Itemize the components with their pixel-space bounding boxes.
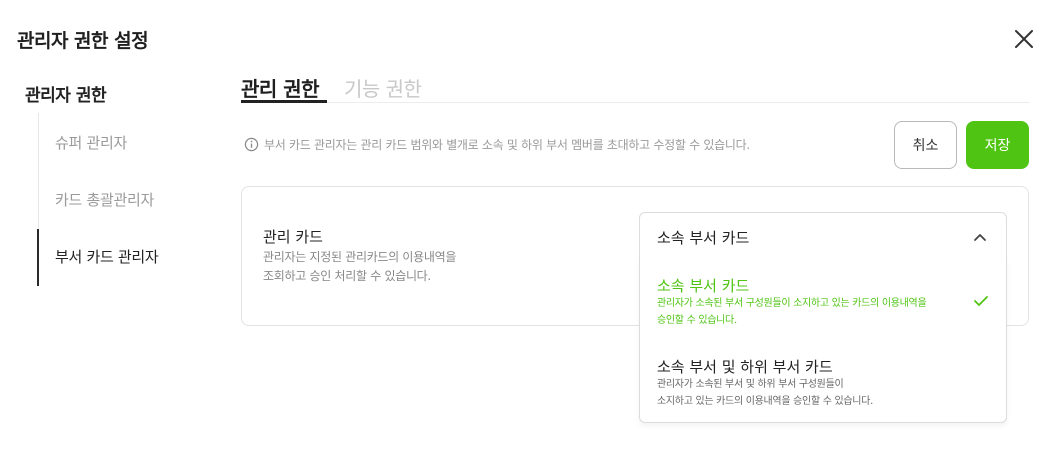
card-title: 관리 카드 [263, 228, 323, 246]
option-desc-line-2: 승인할 수 있습니다. [657, 315, 737, 326]
sidebar-item-card-general-admin[interactable]: 카드 총괄관리자 [55, 189, 154, 210]
close-icon[interactable] [1010, 25, 1038, 53]
sidebar-item-dept-card-admin[interactable]: 부서 카드 관리자 [55, 246, 159, 267]
option-desc-line-1: 관리자가 소속된 부서 구성원들이 소지하고 있는 카드의 이용내역을 [657, 298, 927, 309]
card-description: 관리자는 지정된 관리카드의 이용내역을 조회하고 승인 처리할 수 있습니다. [263, 248, 523, 286]
chevron-up-icon [974, 234, 986, 241]
info-text: 부서 카드 관리자는 관리 카드 범위와 별개로 소속 및 하위 부서 멤버를 … [264, 138, 750, 152]
tab-feature-permission[interactable]: 기능 권한 [344, 73, 422, 102]
option-description: 관리자가 소속된 부서 및 하위 부서 구성원들이 소지하고 있는 카드의 이용… [657, 376, 873, 410]
option-title: 소속 부서 카드 [657, 277, 750, 295]
option-desc-line-1: 관리자가 소속된 부서 및 하위 부서 구성원들이 [657, 379, 844, 390]
option-desc-line-2: 소지하고 있는 카드의 이용내역을 승인할 수 있습니다. [657, 396, 873, 407]
card-scope-select[interactable]: 소속 부서 카드 [639, 212, 1007, 261]
card-desc-line-1: 관리자는 지정된 관리카드의 이용내역을 [263, 250, 457, 264]
check-icon [974, 296, 988, 306]
sidebar-title: 관리자 권한 [25, 86, 107, 106]
select-value: 소속 부서 카드 [657, 229, 750, 247]
tab-divider [241, 102, 1030, 103]
option-title: 소속 부서 및 하위 부서 카드 [657, 358, 833, 376]
card-desc-line-2: 조회하고 승인 처리할 수 있습니다. [263, 269, 431, 283]
sidebar-active-indicator [37, 229, 39, 286]
sidebar-item-super-admin[interactable]: 슈퍼 관리자 [55, 132, 127, 153]
info-notice: 부서 카드 관리자는 관리 카드 범위와 별개로 소속 및 하위 부서 멤버를 … [244, 136, 750, 153]
option-description: 관리자가 소속된 부서 구성원들이 소지하고 있는 카드의 이용내역을 승인할 … [657, 295, 927, 329]
select-dropdown: 소속 부서 카드 관리자가 소속된 부서 구성원들이 소지하고 있는 카드의 이… [639, 260, 1007, 423]
page-title: 관리자 권한 설정 [17, 30, 149, 52]
tab-management-permission[interactable]: 관리 권한 [241, 73, 320, 102]
save-button[interactable]: 저장 [966, 121, 1029, 169]
cancel-button[interactable]: 취소 [894, 121, 957, 169]
tab-active-underline [241, 100, 327, 103]
info-icon [244, 137, 259, 152]
